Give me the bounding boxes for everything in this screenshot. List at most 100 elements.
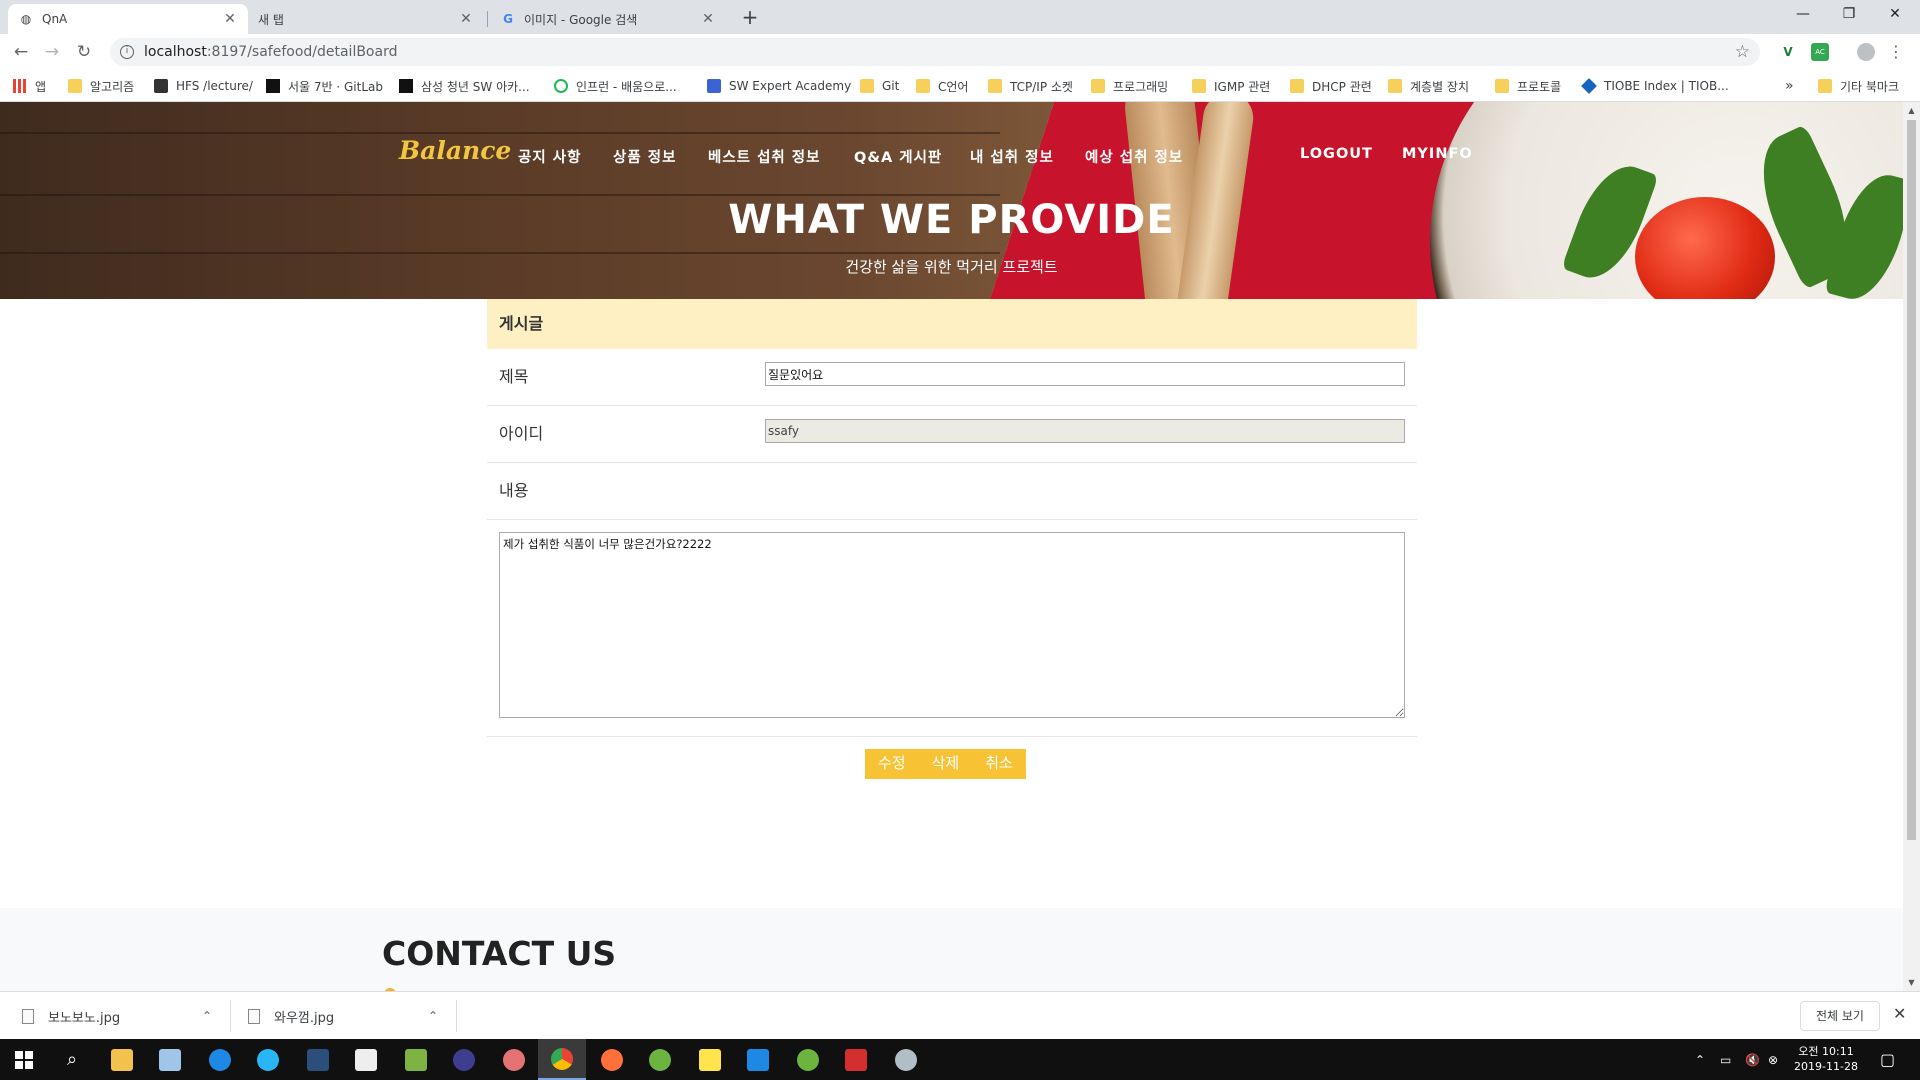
contact-section: CONTACT US [0, 908, 1903, 991]
tab-new[interactable]: 새 탭 ✕ [248, 4, 484, 34]
search-icon[interactable]: ⌕ [48, 1039, 96, 1080]
cancel-button[interactable]: 취소 [972, 749, 1026, 779]
content-row: 제가 섭취한 식품이 너무 많은건가요?2222 [487, 520, 1417, 737]
forward-icon[interactable]: → [40, 40, 64, 64]
content-textarea[interactable]: 제가 섭취한 식품이 너무 많은건가요?2222 [499, 532, 1405, 718]
bookmark-item[interactable]: Git [860, 77, 899, 95]
bookmark-item[interactable]: 프로토콜 [1495, 77, 1561, 95]
swea-icon [707, 79, 721, 93]
delete-button[interactable]: 삭제 [918, 749, 973, 779]
close-tab-icon[interactable]: ✕ [700, 11, 716, 27]
tab-google-images[interactable]: G 이미지 - Google 검색 ✕ [490, 4, 726, 34]
edit-button[interactable]: 수정 [865, 749, 919, 779]
volume-muted-icon[interactable]: 🔇 [1745, 1039, 1760, 1080]
bookmark-item[interactable]: 프로그래밍 [1091, 77, 1168, 95]
windows-taskbar: ⌕ ⌃ ▭ 🔇 ⊗ 오전 10:11 2019-11-28 ▢ [0, 1039, 1920, 1080]
windows-start-icon[interactable] [0, 1039, 48, 1080]
eclipse-icon[interactable] [440, 1039, 488, 1080]
bookmark-item[interactable]: TIOBE Index | TIOB... [1581, 77, 1729, 95]
profile-avatar[interactable] [1857, 43, 1875, 61]
download-item[interactable]: 보노보노.jpg ⌃ [22, 992, 212, 1040]
restore-icon[interactable]: ❐ [1826, 0, 1872, 30]
bookmark-item[interactable]: 인프런 - 배움으로... [554, 77, 677, 95]
acrobat-icon[interactable] [832, 1039, 880, 1080]
nav-products[interactable]: 상품 정보 [613, 146, 676, 167]
scroll-down-icon[interactable]: ▼ [1903, 974, 1920, 991]
bookmark-item[interactable]: 계층별 장치 [1388, 77, 1469, 95]
nav-expected-intake[interactable]: 예상 섭취 정보 [1085, 146, 1183, 167]
bookmark-item[interactable]: 서울 7반 · GitLab [266, 77, 383, 95]
scrollbar-thumb[interactable] [1907, 120, 1916, 840]
board-detail: 게시글 제목 아이디 내용 제가 섭취한 식품이 너무 많은건가요?2222 [487, 299, 1417, 737]
system-clock[interactable]: 오전 10:11 2019-11-28 [1788, 1044, 1864, 1074]
file-icon [22, 1008, 34, 1024]
other-bookmarks[interactable]: 기타 북마크 [1818, 77, 1899, 95]
scroll-up-icon[interactable]: ▲ [1903, 102, 1920, 119]
spring-tool-suite-icon[interactable] [784, 1039, 832, 1080]
mysql-workbench-icon[interactable] [294, 1039, 342, 1080]
spring-tool-suite-icon[interactable] [636, 1039, 684, 1080]
bookmark-item[interactable]: TCP/IP 소켓 [988, 77, 1073, 95]
app-icon[interactable] [146, 1039, 194, 1080]
bookmark-item[interactable]: SW Expert Academy [707, 77, 851, 95]
bookmark-apps[interactable]: 앱 [13, 77, 46, 95]
bookmark-item[interactable]: HFS /lecture/ [154, 77, 253, 95]
file-explorer-icon[interactable] [98, 1039, 146, 1080]
new-tab-button[interactable]: + [738, 6, 762, 30]
nav-best-intake[interactable]: 베스트 섭취 정보 [708, 146, 820, 167]
menu-kebab-icon[interactable]: ⋮ [1887, 43, 1905, 61]
close-downloads-icon[interactable]: ✕ [1893, 1004, 1906, 1023]
notepad-icon[interactable] [392, 1039, 440, 1080]
close-tab-icon[interactable]: ✕ [222, 11, 238, 27]
bookmarks-bar: 앱 알고리즘 HFS /lecture/ 서울 7반 · GitLab 삼성 청… [0, 70, 1920, 102]
bookmarks-overflow-button[interactable]: » [1785, 77, 1794, 95]
bookmark-item[interactable]: 삼성 청년 SW 아카... [399, 77, 530, 95]
bookmark-item[interactable]: DHCP 관련 [1290, 77, 1372, 95]
back-icon[interactable]: ← [9, 40, 33, 64]
firefox-icon[interactable] [588, 1039, 636, 1080]
sticky-notes-icon[interactable] [686, 1039, 734, 1080]
vertical-scrollbar[interactable]: ▲ ▼ [1903, 102, 1920, 991]
edge-icon[interactable] [196, 1039, 244, 1080]
title-input[interactable] [765, 362, 1405, 386]
address-bar[interactable]: i localhost:8197/safefood/detailBoard ☆ [110, 38, 1760, 66]
chevron-up-icon[interactable]: ⌃ [428, 1009, 438, 1023]
id-row: 아이디 [487, 406, 1417, 463]
close-tab-icon[interactable]: ✕ [458, 11, 474, 27]
nav-logout[interactable]: LOGOUT [1300, 146, 1373, 162]
paint-icon[interactable] [490, 1039, 538, 1080]
bookmark-item[interactable]: C언어 [916, 77, 968, 95]
paint-icon[interactable] [882, 1039, 930, 1080]
typora-icon[interactable] [342, 1039, 390, 1080]
download-item[interactable]: 와우껌.jpg ⌃ [248, 992, 438, 1040]
minimize-icon[interactable]: — [1780, 0, 1826, 30]
status-icon[interactable]: ⊗ [1768, 1039, 1778, 1080]
brand-logo[interactable]: Balance [399, 136, 511, 165]
tab-qna[interactable]: ◍ QnA ✕ [8, 4, 248, 34]
hero-title: WHAT WE PROVIDE [728, 197, 1175, 243]
folder-icon [1388, 79, 1402, 93]
browser-toolbar: ← → ↻ i localhost:8197/safefood/detailBo… [0, 34, 1920, 70]
chrome-icon[interactable] [538, 1039, 586, 1080]
bookmark-item[interactable]: 알고리즘 [68, 77, 134, 95]
vscode-icon[interactable] [734, 1039, 782, 1080]
tray-overflow-icon[interactable]: ⌃ [1695, 1039, 1705, 1080]
network-icon[interactable]: ▭ [1720, 1039, 1731, 1080]
show-all-button[interactable]: 전체 보기 [1800, 1001, 1880, 1031]
info-icon[interactable]: i [120, 45, 134, 59]
vue-devtools-icon[interactable]: V [1779, 43, 1797, 61]
nav-notice[interactable]: 공지 사항 [518, 146, 581, 167]
nav-my-intake[interactable]: 내 섭취 정보 [970, 146, 1054, 167]
tiobe-icon [1581, 78, 1597, 94]
bookmark-star-icon[interactable]: ☆ [1735, 42, 1750, 62]
bookmark-item[interactable]: IGMP 관련 [1192, 77, 1270, 95]
reload-icon[interactable]: ↻ [72, 40, 96, 64]
tab-divider [487, 11, 488, 27]
close-window-icon[interactable]: ✕ [1872, 0, 1918, 30]
notifications-icon[interactable]: ▢ [1880, 1039, 1895, 1080]
nav-qna[interactable]: Q&A 게시판 [854, 146, 942, 167]
extension-icon[interactable]: AC [1811, 43, 1829, 61]
nav-myinfo[interactable]: MYINFO [1402, 146, 1473, 162]
internet-explorer-icon[interactable] [244, 1039, 292, 1080]
chevron-up-icon[interactable]: ⌃ [202, 1009, 212, 1023]
